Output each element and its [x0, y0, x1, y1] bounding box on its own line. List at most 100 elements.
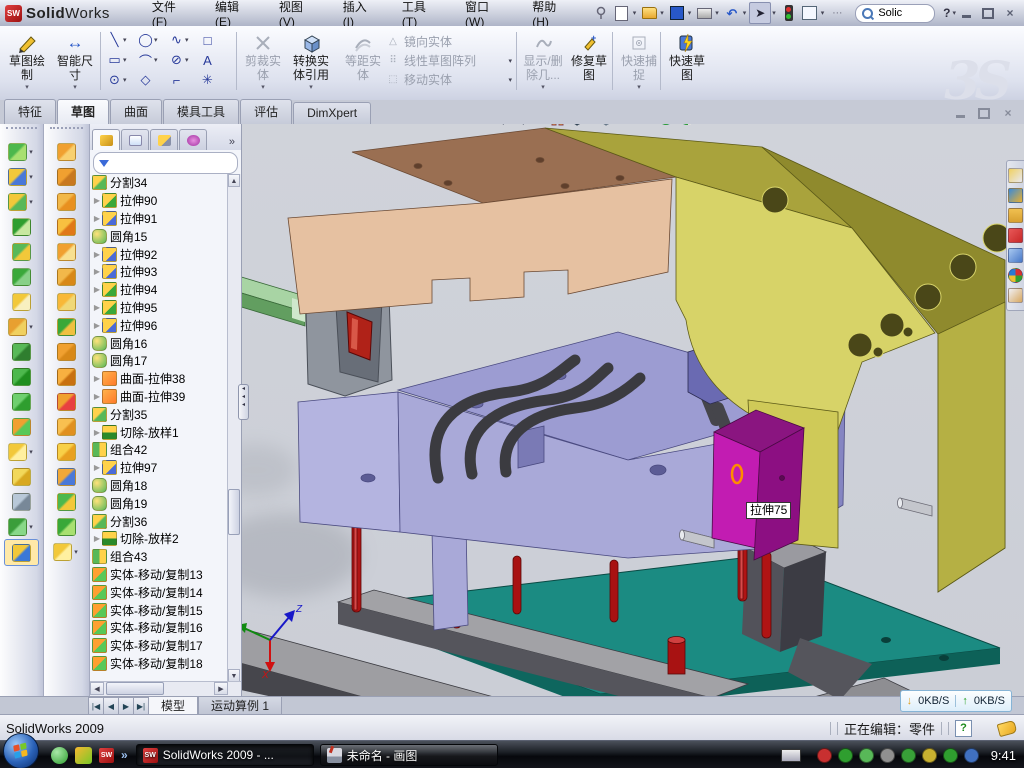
dropdown-icon[interactable]: ▾ [29, 148, 33, 156]
dropdown-icon[interactable]: ▾ [185, 56, 189, 64]
feature-tree-item[interactable]: ▶ 曲面-拉伸39 [92, 388, 228, 406]
tray-icon[interactable] [943, 748, 958, 763]
mold-tool-icon[interactable] [44, 339, 89, 364]
feature-tool-icon[interactable] [0, 464, 43, 489]
tab-configuration-manager[interactable] [150, 129, 178, 150]
expand-icon[interactable]: ▶ [92, 428, 102, 437]
feature-tree-item[interactable]: 分割36 [92, 512, 228, 530]
start-button[interactable] [3, 733, 39, 768]
restore-button[interactable] [980, 6, 996, 20]
mold-tool-icon[interactable] [44, 314, 89, 339]
dropdown-icon[interactable]: ▾ [73, 84, 77, 92]
mold-tool-icon[interactable] [44, 139, 89, 164]
tray-icon[interactable] [922, 748, 937, 763]
feature-tree-item[interactable]: 实体-移动/复制15 [92, 601, 228, 619]
feature-tree-item[interactable]: ▶ 拉伸96 [92, 316, 228, 334]
dropdown-icon[interactable]: ▾ [74, 548, 78, 556]
feature-tree-item[interactable]: ▶ 拉伸94 [92, 281, 228, 299]
dropdown-icon[interactable]: ▾ [185, 36, 189, 44]
feature-tool-icon[interactable]: ▾ [0, 139, 43, 164]
feature-tree-item[interactable]: ▶ 拉伸95 [92, 299, 228, 317]
file-explorer-icon[interactable] [1008, 248, 1023, 263]
feature-tool-icon[interactable]: ▾ [0, 514, 43, 539]
feature-tree-item[interactable]: ▶ 曲面-拉伸38 [92, 370, 228, 388]
feature-tree-item[interactable]: ▶ 拉伸97 [92, 459, 228, 477]
toolbar-grip[interactable] [6, 127, 37, 136]
feature-tool-icon[interactable] [0, 414, 43, 439]
input-method-keyboard-icon[interactable] [781, 749, 801, 762]
ribbon-tab[interactable]: 评估 [240, 99, 292, 124]
doc-restore-button[interactable] [976, 106, 992, 120]
expand-icon[interactable]: ▶ [92, 374, 102, 383]
sketch-entity-icon[interactable]: ⊘▾ [168, 50, 199, 70]
tab-feature-tree[interactable] [92, 129, 120, 150]
tree-horizontal-scrollbar[interactable]: ◀ ▶ [90, 681, 241, 696]
search-box[interactable] [855, 4, 935, 23]
ribbon-tab[interactable]: DimXpert [293, 102, 371, 124]
rapid-sketch-button[interactable]: 快速草图 [664, 29, 710, 95]
sketch-entity-icon[interactable]: ⊙▾ [106, 70, 137, 90]
ribbon-tab[interactable]: 特征 [4, 99, 56, 124]
overflow-icon[interactable]: ⋯ [827, 3, 847, 23]
messenger-icon[interactable] [51, 747, 68, 764]
section-view-icon[interactable] [549, 124, 566, 127]
next-tab-icon[interactable]: ▶ [118, 697, 133, 715]
view-settings-icon[interactable] [707, 124, 726, 126]
mold-tool-icon[interactable] [44, 464, 89, 489]
resources-icon[interactable] [1008, 188, 1023, 203]
close-button[interactable]: × [1002, 6, 1018, 20]
expand-icon[interactable]: ▶ [92, 463, 102, 472]
sketch-entity-icon[interactable]: ⌒▾ [137, 50, 168, 70]
feature-tree-item[interactable]: 分割34 [92, 174, 228, 192]
feature-tree-item[interactable]: ▶ 拉伸90 [92, 192, 228, 210]
sketch-entity-icon[interactable]: ▭▾ [106, 50, 137, 70]
dropdown-icon[interactable]: ▾ [29, 523, 33, 531]
rebuild-traffic-light-icon[interactable] [779, 3, 799, 23]
tab-property-manager[interactable] [121, 129, 149, 150]
quick-tips-help-icon[interactable]: ? [955, 720, 972, 737]
first-tab-icon[interactable]: |◀ [88, 697, 103, 715]
minimize-button[interactable] [958, 6, 974, 20]
save-icon[interactable] [667, 3, 687, 23]
save-dropdown-icon[interactable]: ▾ [688, 9, 692, 17]
feature-tool-icon[interactable] [0, 389, 43, 414]
tree-filter-box[interactable] [93, 152, 238, 174]
last-tab-icon[interactable]: ▶| [133, 697, 148, 715]
feature-tree-item[interactable]: ▶ 切除-放样1 [92, 423, 228, 441]
tray-icon[interactable] [964, 748, 979, 763]
undo-icon[interactable]: ↶ [722, 3, 742, 23]
feature-tool-icon[interactable]: ▾ [0, 164, 43, 189]
model-green-rod[interactable] [242, 276, 305, 326]
toolbar-grip[interactable] [50, 127, 83, 136]
mold-tool-icon[interactable] [44, 514, 89, 539]
feature-tree-item[interactable]: 圆角16 [92, 334, 228, 352]
options-icon[interactable] [800, 3, 820, 23]
ribbon-tab[interactable]: 草图 [57, 99, 109, 124]
scroll-thumb[interactable] [106, 682, 164, 695]
home-icon[interactable] [1008, 168, 1023, 183]
sketch-entity-icon[interactable]: ✳ [199, 70, 230, 90]
taskbar-window-solidworks[interactable]: SW SolidWorks 2009 - ... [136, 744, 314, 766]
print-dropdown-icon[interactable]: ▾ [715, 9, 719, 17]
tree-vertical-scrollbar[interactable]: ▲ ▼ [227, 174, 241, 682]
mold-tool-icon[interactable] [44, 364, 89, 389]
convert-entities-button[interactable]: 转换实体引用▾ [288, 29, 334, 95]
new-file-dropdown-icon[interactable]: ▾ [633, 9, 637, 17]
toolbox-icon[interactable] [1008, 228, 1023, 243]
dropdown-icon[interactable]: ▾ [29, 323, 33, 331]
more-tabs-icon[interactable]: » [225, 136, 239, 150]
sketch-entity-icon[interactable]: □ [199, 30, 230, 50]
feature-tree-item[interactable]: ▶ 拉伸92 [92, 245, 228, 263]
feature-tree-item[interactable]: 圆角19 [92, 494, 228, 512]
expand-icon[interactable]: ▶ [92, 392, 102, 401]
feature-tree-item[interactable]: ▶ 拉伸91 [92, 210, 228, 228]
scroll-right-icon[interactable]: ▶ [214, 682, 228, 695]
doc-minimize-button[interactable] [952, 106, 968, 120]
expand-icon[interactable]: ▶ [92, 285, 102, 294]
feature-tool-icon[interactable] [0, 264, 43, 289]
sketch-entity-icon[interactable]: ⌐ [168, 70, 199, 90]
mold-tool-icon[interactable] [44, 239, 89, 264]
mold-tool-icon[interactable] [44, 264, 89, 289]
expand-icon[interactable]: ▶ [92, 267, 102, 276]
mold-tool-icon[interactable] [44, 289, 89, 314]
